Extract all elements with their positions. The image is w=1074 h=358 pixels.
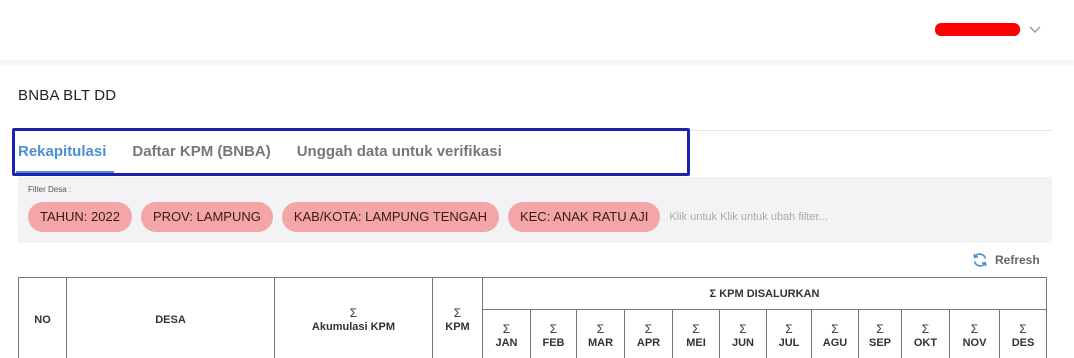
header-akumulasi-label: Akumulasi KPM [311, 321, 396, 333]
refresh-label: Refresh [995, 253, 1040, 267]
sigma-symbol: Σ [876, 322, 884, 336]
header-akumulasi-kpm: Σ Akumulasi KPM [274, 277, 433, 358]
sigma-symbol: Σ [692, 322, 700, 336]
header-month-des: Σ DES [999, 309, 1047, 358]
filter-label: Filter Desa : [28, 185, 72, 194]
filter-chip-tahun[interactable]: TAHUN: 2022 [28, 202, 132, 232]
month-label: SEP [868, 337, 891, 349]
header-kpm-label: KPM [445, 321, 470, 333]
filter-chip-kabkota[interactable]: KAB/KOTA: LAMPUNG TENGAH [281, 202, 499, 232]
header-kpm-disalurkan: Σ KPM DISALURKAN [482, 277, 1047, 310]
header-month-sep: Σ SEP [858, 309, 902, 358]
user-menu-name-redacted[interactable] [935, 23, 1020, 36]
top-bar [0, 0, 1074, 60]
month-label: APR [636, 337, 661, 349]
refresh-button[interactable]: Refresh [971, 251, 1040, 269]
month-label: AGU [822, 337, 848, 349]
month-label: JUL [778, 337, 800, 349]
filter-chip-kec[interactable]: KEC: ANAK RATU AJI [507, 202, 661, 232]
month-label: JAN [495, 337, 518, 349]
filter-area: Filter Desa : TAHUN: 2022 PROV: LAMPUNG … [18, 177, 1052, 243]
header-month-jan: Σ JAN [482, 309, 531, 358]
month-label: OKT [913, 337, 938, 349]
sigma-symbol: Σ [1019, 322, 1027, 336]
month-label: NOV [962, 337, 987, 349]
sigma-symbol: Σ [921, 322, 930, 336]
header-month-feb: Σ FEB [530, 309, 577, 358]
recap-table: NO DESA Σ Akumulasi KPM Σ KPM Σ KPM DISA… [18, 277, 1047, 358]
sigma-symbol: Σ [349, 306, 358, 320]
sigma-symbol: Σ [502, 322, 511, 336]
refresh-icon [973, 253, 987, 267]
sigma-symbol: Σ [831, 322, 839, 336]
tabs-highlight-box [12, 128, 690, 176]
month-label: DES [1011, 337, 1035, 349]
header-month-nov: Σ NOV [949, 309, 1000, 358]
filter-chips[interactable]: TAHUN: 2022 PROV: LAMPUNG KAB/KOTA: LAMP… [28, 202, 828, 232]
month-label: MEI [686, 337, 706, 349]
chevron-down-icon[interactable] [1028, 22, 1042, 36]
header-month-apr: Σ APR [624, 309, 673, 358]
sigma-symbol: Σ [596, 322, 605, 336]
header-month-mar: Σ MAR [576, 309, 625, 358]
header-kpm: Σ KPM [432, 277, 483, 358]
month-label: FEB [542, 337, 565, 349]
sigma-symbol: Σ [644, 322, 653, 336]
header-month-mei: Σ MEI [672, 309, 720, 358]
header-no: NO [18, 277, 67, 358]
month-label: MAR [587, 337, 614, 349]
sigma-symbol: Σ [453, 306, 462, 320]
sigma-symbol: Σ [970, 322, 979, 336]
sigma-symbol: Σ [785, 322, 793, 336]
filter-chip-prov[interactable]: PROV: LAMPUNG [140, 202, 273, 232]
header-month-jul: Σ JUL [766, 309, 812, 358]
month-label: JUN [731, 337, 754, 349]
filter-hint[interactable]: Klik untuk Klik untuk ubah filter... [669, 211, 827, 223]
header-month-agu: Σ AGU [811, 309, 859, 358]
header-month-okt: Σ OKT [901, 309, 950, 358]
page-title: BNBA BLT DD [18, 87, 117, 104]
sigma-symbol: Σ [739, 322, 747, 336]
sigma-symbol: Σ [549, 322, 558, 336]
header-month-jun: Σ JUN [719, 309, 767, 358]
header-desa: DESA [66, 277, 275, 358]
